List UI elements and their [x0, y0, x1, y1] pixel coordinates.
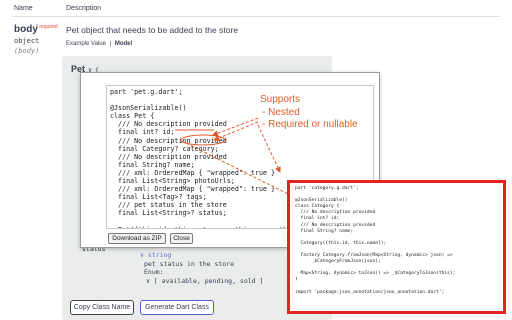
status-enum-values[interactable]: ∨ [ available, pending, sold ]: [146, 277, 263, 285]
annotation-nested: - Nested: [262, 106, 300, 118]
example-value-tab[interactable]: Example Value: [66, 41, 106, 47]
generate-dart-class-button[interactable]: Generate Dart Class: [140, 300, 214, 315]
annotation-text: Supports - Nested - Required or nullable: [260, 94, 358, 132]
status-enum-label: Enum:: [144, 268, 164, 276]
category-code-callout: part 'category.g.dart'; @JsonSerializabl…: [287, 180, 506, 314]
header-divider: [12, 16, 500, 17]
close-button[interactable]: Close: [170, 233, 193, 244]
param-location: (body): [14, 47, 40, 55]
category-code-text: part 'category.g.dart'; @JsonSerializabl…: [295, 186, 456, 295]
param-type: object: [14, 37, 40, 45]
model-tab[interactable]: Model: [115, 41, 132, 47]
copy-class-name-button[interactable]: Copy Class Name: [70, 300, 134, 315]
param-description: Pet object that needs to be added to the…: [66, 25, 239, 35]
header-description: Description: [66, 5, 102, 12]
header-name: Name: [14, 5, 33, 12]
status-description: pet status in the store: [144, 260, 235, 268]
model-tabs: Example Value | Model: [66, 41, 132, 47]
tab-separator: |: [109, 41, 112, 47]
status-string-type[interactable]: ∨ string: [140, 251, 171, 259]
annotation-title: Supports: [260, 94, 301, 105]
download-zip-button[interactable]: Download as ZIP: [108, 233, 166, 244]
required-marker: * required: [36, 24, 58, 30]
param-name: body: [14, 24, 38, 35]
annotation-required: - Required or nullable: [262, 119, 358, 130]
